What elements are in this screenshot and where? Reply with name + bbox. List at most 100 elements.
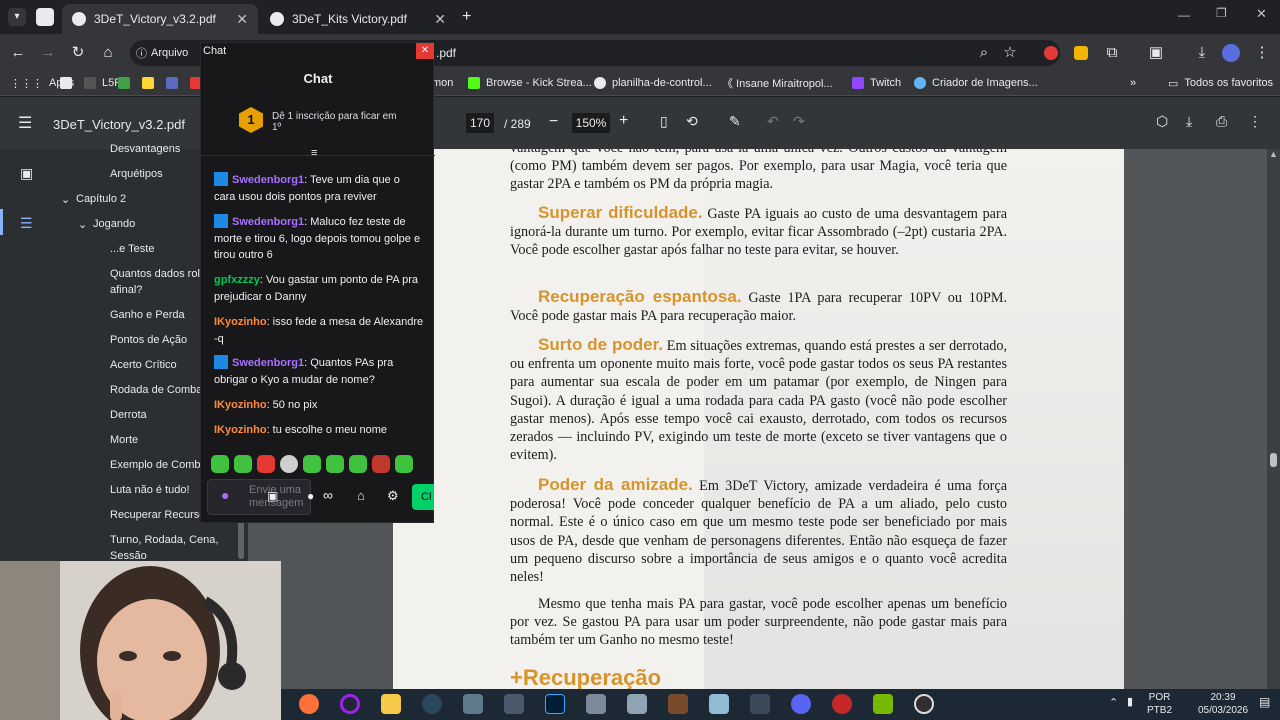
page-number-input[interactable]: 170 [466, 113, 494, 133]
bookmark-insane[interactable]: 《 Insane Miraitropol... [722, 75, 833, 91]
chat-window[interactable]: Chat ✕ Chat 1 Dê 1 inscrição para ficar … [200, 42, 435, 523]
site-info-badge[interactable]: ⓘ Arquivo [136, 44, 188, 62]
more-options-icon[interactable]: ⋮ [1248, 113, 1262, 130]
outline-item[interactable]: Capítulo 2 [76, 193, 126, 205]
outline-item[interactable]: Exemplo de Comba [110, 459, 207, 471]
app-icon[interactable] [709, 694, 729, 714]
outline-item[interactable]: Acerto Crítico [110, 359, 177, 371]
forward-icon[interactable]: → [38, 43, 58, 63]
points-icon[interactable]: ● [307, 489, 314, 503]
outline-expander-icon[interactable]: ⌄ [78, 218, 87, 231]
bookmark-icon[interactable] [166, 75, 178, 91]
discord-icon[interactable] [791, 694, 811, 714]
app-icon[interactable] [463, 694, 483, 714]
zoom-icon[interactable]: ⌕ [974, 43, 994, 63]
rotate-icon[interactable]: ⟲ [686, 113, 698, 130]
calendar-icon[interactable] [750, 694, 770, 714]
bookmark-twitch[interactable]: Twitch [852, 75, 901, 91]
app-icon[interactable] [504, 694, 524, 714]
print-icon[interactable]: ⎙ [1216, 113, 1227, 130]
chat-send-button[interactable]: Cl [412, 484, 434, 510]
outline-item[interactable]: Jogando [93, 218, 135, 230]
tab-search-button[interactable]: ▾ [8, 8, 26, 26]
close-icon[interactable]: ✕ [434, 11, 446, 28]
app-icon[interactable] [627, 694, 647, 714]
more-bookmarks-icon[interactable]: » [1130, 75, 1136, 91]
bookmark-criador[interactable]: Criador de Imagens... [914, 75, 1038, 91]
opera-icon[interactable] [340, 694, 360, 714]
outline-item[interactable]: afinal? [110, 284, 142, 296]
emote-icon[interactable] [372, 455, 390, 473]
bookmark-planilha[interactable]: planilha-de-control... [594, 75, 712, 91]
zoom-out-button[interactable]: − [549, 113, 558, 131]
infinity-icon[interactable]: ∞ [323, 487, 333, 503]
outline-item[interactable]: ...e Teste [110, 243, 154, 255]
new-tab-button[interactable]: + [462, 8, 471, 26]
scroll-up-icon[interactable]: ▲ [1269, 149, 1278, 159]
maximize-button[interactable]: ❐ [1216, 6, 1227, 20]
close-icon[interactable]: ✕ [236, 11, 248, 28]
collapse-icon[interactable]: ≡ [311, 147, 317, 159]
outline-item[interactable]: Desvantagens [110, 143, 180, 155]
outline-item[interactable]: Derrota [110, 409, 147, 421]
outline-item[interactable]: Turno, Rodada, Cena, [110, 534, 218, 546]
file-explorer-icon[interactable] [381, 694, 401, 714]
download-icon[interactable]: ⤓ [1186, 113, 1192, 130]
star-icon[interactable]: ☆ [1000, 43, 1020, 63]
mic-icon[interactable]: ● [221, 487, 229, 503]
emote-icon[interactable] [211, 455, 229, 473]
outline-item[interactable]: Recuperar Recurso [110, 509, 205, 521]
zoom-input[interactable]: 150% [572, 113, 610, 133]
download-icon[interactable]: ⤓ [1192, 43, 1212, 63]
outline-item[interactable]: Pontos de Ação [110, 334, 187, 346]
puzzle-icon[interactable]: ⧉ [1102, 43, 1122, 63]
close-chat-button[interactable]: ✕ [416, 43, 434, 59]
media-icon[interactable]: ▣ [1146, 43, 1166, 63]
bookmark-kick[interactable]: Browse - Kick Strea... [468, 75, 592, 91]
hamburger-icon[interactable]: ☰ [18, 113, 32, 133]
clock[interactable]: 20:39 05/03/2026 [1193, 691, 1253, 717]
app-icon[interactable] [832, 694, 852, 714]
steam-icon[interactable] [422, 694, 442, 714]
gift-icon[interactable]: ▣ [267, 489, 278, 503]
tray-chevron-icon[interactable]: ⌃ [1109, 696, 1118, 709]
obs-icon[interactable] [914, 694, 934, 714]
scroll-thumb[interactable] [1270, 453, 1277, 467]
tab-3det-victory[interactable]: 3DeT_Victory_v3.2.pdf ✕ [62, 4, 258, 34]
photoshop-icon[interactable] [545, 694, 565, 714]
language-indicator[interactable]: POR PTB2 [1147, 691, 1172, 717]
outline-item[interactable]: Luta não é tudo! [110, 484, 190, 496]
back-icon[interactable]: ← [8, 43, 28, 63]
reload-icon[interactable]: ↻ [68, 43, 88, 63]
emote-icon[interactable] [234, 455, 252, 473]
outline-item[interactable]: Rodada de Combat [110, 384, 205, 396]
save-icon[interactable]: ⬡ [1156, 113, 1168, 130]
emote-icon[interactable] [303, 455, 321, 473]
menu-icon[interactable]: ⋮ [1252, 43, 1272, 63]
bookmark-icon[interactable] [60, 75, 72, 91]
close-window-button[interactable]: ✕ [1256, 6, 1267, 22]
undo-icon[interactable]: ↶ [767, 113, 779, 130]
emote-icon[interactable] [257, 455, 275, 473]
bookmark-icon[interactable] [142, 75, 154, 91]
emote-icon[interactable] [395, 455, 413, 473]
outline-item[interactable]: Ganho e Perda [110, 309, 185, 321]
bookmark-all-favorites[interactable]: ▭ Todos os favoritos [1168, 75, 1273, 91]
bookmark-mon[interactable]: mon [432, 75, 453, 91]
outline-item[interactable]: Morte [110, 434, 138, 446]
thumbnail-view-icon[interactable]: ▣ [20, 165, 33, 182]
bookmark-l5r[interactable]: L5R [84, 75, 122, 91]
pdf-scrollbar[interactable]: ▲ [1267, 149, 1280, 689]
tab-3det-kits[interactable]: 3DeT_Kits Victory.pdf ✕ [260, 4, 456, 34]
outline-expander-icon[interactable]: ⌄ [61, 193, 70, 206]
notification-icon[interactable]: ▤ [1259, 695, 1270, 709]
outline-item[interactable]: Arquétipos [110, 168, 163, 180]
emote-icon[interactable] [349, 455, 367, 473]
app-icon[interactable] [668, 694, 688, 714]
zoom-in-button[interactable]: + [619, 112, 628, 130]
avatar[interactable] [1222, 44, 1240, 62]
redo-icon[interactable]: ↷ [793, 113, 805, 130]
emote-icon[interactable] [326, 455, 344, 473]
app-icon[interactable] [586, 694, 606, 714]
annotate-icon[interactable]: ✎ [729, 113, 741, 130]
